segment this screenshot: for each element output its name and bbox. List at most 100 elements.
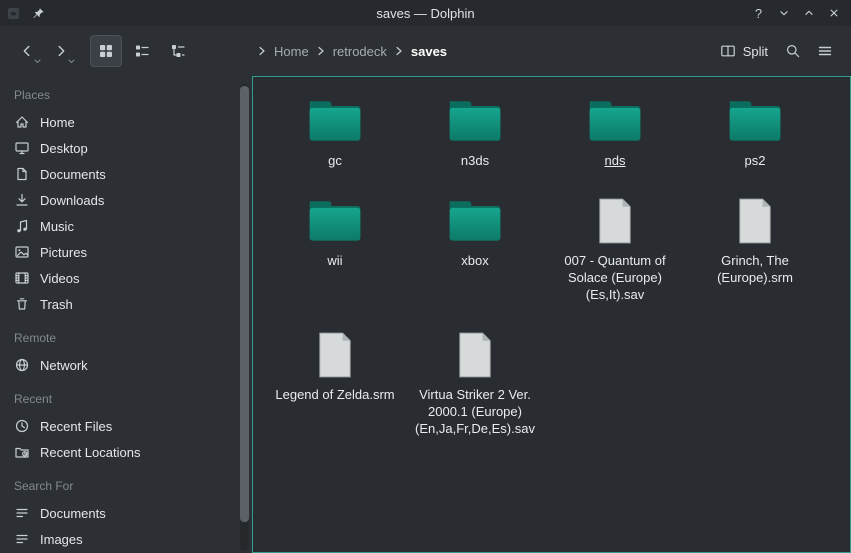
file-icon — [596, 189, 634, 245]
item-label: wii — [327, 252, 342, 269]
forward-button[interactable] — [44, 35, 78, 67]
folder-icon — [445, 89, 505, 145]
breadcrumb-separator-icon — [395, 46, 403, 56]
back-button[interactable] — [10, 35, 44, 67]
trash-icon — [14, 296, 30, 312]
split-label: Split — [743, 44, 768, 59]
split-button[interactable]: Split — [711, 35, 777, 67]
item-label: 007 - Quantum of Solace (Europe) (Es,It)… — [553, 252, 677, 303]
window-controls: ? — [747, 2, 845, 24]
file-item-virtua-striker-2-ver-2000-1-europe-en-ja-fr-de-es-sav[interactable]: Virtua Striker 2 Ver. 2000.1 (Europe) (E… — [405, 323, 545, 437]
folder-item-xbox[interactable]: xbox — [405, 189, 545, 269]
folder-item-wii[interactable]: wii — [265, 189, 405, 269]
sidebar-item-label: Home — [40, 115, 75, 130]
file-grid: gc n3ds nds ps2 wii xbox 007 - Quantum of Sola… — [265, 89, 850, 437]
recent-files-icon — [14, 418, 30, 434]
file-icon — [316, 323, 354, 379]
details-view-icon — [170, 43, 186, 59]
details-view-button[interactable] — [162, 35, 194, 67]
sidebar-item-recent-files[interactable]: Recent Files — [12, 413, 252, 439]
sidebar-item-label: Trash — [40, 297, 73, 312]
sidebar-item-network[interactable]: Network — [12, 352, 252, 378]
toolbar: Home retrodeck saves Split — [0, 26, 851, 76]
icons-view-icon — [98, 43, 114, 59]
file-item-007-quantum-of-solace-europe-es-it-sav[interactable]: 007 - Quantum of Solace (Europe) (Es,It)… — [545, 189, 685, 303]
split-icon — [720, 43, 736, 59]
sidebar-item-recent-locations[interactable]: Recent Locations — [12, 439, 252, 465]
close-icon — [827, 6, 841, 20]
breadcrumb-item-retrodeck[interactable]: retrodeck — [326, 44, 394, 59]
item-label: nds — [605, 152, 626, 169]
home-icon — [14, 114, 30, 130]
item-label: ps2 — [745, 152, 766, 169]
sidebar-item-downloads[interactable]: Downloads — [12, 187, 252, 213]
folder-view[interactable]: gc n3ds nds ps2 wii xbox 007 - Quantum of Sola… — [252, 76, 851, 553]
item-label: Virtua Striker 2 Ver. 2000.1 (Europe) (E… — [413, 386, 537, 437]
sidebar-item-label: Documents — [40, 506, 106, 521]
breadcrumb-item-saves[interactable]: saves — [404, 44, 454, 59]
item-label: gc — [328, 152, 342, 169]
minimize-button[interactable] — [772, 2, 795, 24]
file-item-grinch-the-europe-srm[interactable]: Grinch, The (Europe).srm — [685, 189, 825, 286]
sidebar-item-label: Images — [40, 532, 83, 547]
folder-item-nds[interactable]: nds — [545, 89, 685, 169]
hamburger-menu-icon — [817, 43, 833, 59]
sidebar-item-desktop[interactable]: Desktop — [12, 135, 252, 161]
pictures-icon — [14, 244, 30, 260]
folder-item-n3ds[interactable]: n3ds — [405, 89, 545, 169]
breadcrumb: Home retrodeck saves — [258, 44, 454, 59]
breadcrumb-item-home[interactable]: Home — [267, 44, 316, 59]
recent-locations-icon — [14, 444, 30, 460]
pin-icon[interactable] — [31, 6, 46, 21]
file-icon — [456, 323, 494, 379]
downloads-icon — [14, 192, 30, 208]
sidebar-item-trash[interactable]: Trash — [12, 291, 252, 317]
sidebar-item-label: Network — [40, 358, 88, 373]
sidebar-scrollbar-handle[interactable] — [240, 86, 249, 522]
folder-item-ps2[interactable]: ps2 — [685, 89, 825, 169]
file-icon — [736, 189, 774, 245]
forward-history-caret-icon — [68, 59, 75, 64]
music-icon — [14, 218, 30, 234]
maximize-button[interactable] — [797, 2, 820, 24]
sidebar-item-label: Videos — [40, 271, 80, 286]
folder-icon — [305, 189, 365, 245]
item-label: Legend of Zelda.srm — [275, 386, 394, 403]
sidebar-item-music[interactable]: Music — [12, 213, 252, 239]
titlebar-left-icons — [6, 6, 46, 21]
item-label: Grinch, The (Europe).srm — [693, 252, 817, 286]
sidebar-item-documents[interactable]: Documents — [12, 500, 252, 526]
folder-icon — [305, 89, 365, 145]
main-area: PlacesHomeDesktopDocumentsDownloadsMusic… — [0, 76, 851, 553]
sidebar-scrollbar-track[interactable] — [240, 84, 249, 551]
window-title: saves — Dolphin — [0, 6, 851, 21]
sidebar-item-label: Recent Locations — [40, 445, 140, 460]
sidebar-item-images[interactable]: Images — [12, 526, 252, 552]
view-mode-group — [90, 35, 194, 67]
folder-icon — [445, 189, 505, 245]
file-item-legend-of-zelda-srm[interactable]: Legend of Zelda.srm — [265, 323, 405, 403]
item-label: xbox — [461, 252, 488, 269]
icons-view-button[interactable] — [90, 35, 122, 67]
back-history-caret-icon — [34, 59, 41, 64]
section-header-remote: Remote — [14, 331, 252, 345]
desktop-icon — [14, 140, 30, 156]
close-button[interactable] — [822, 2, 845, 24]
search-icon — [785, 43, 801, 59]
sidebar-item-documents[interactable]: Documents — [12, 161, 252, 187]
sidebar-item-videos[interactable]: Videos — [12, 265, 252, 291]
sidebar-item-label: Recent Files — [40, 419, 112, 434]
documents-icon — [14, 166, 30, 182]
compact-view-button[interactable] — [126, 35, 158, 67]
dolphin-window: saves — Dolphin ? Home retrodeck saves Spl… — [0, 0, 851, 553]
sidebar-item-label: Downloads — [40, 193, 104, 208]
menu-button[interactable] — [809, 35, 841, 67]
sidebar-item-home[interactable]: Home — [12, 109, 252, 135]
help-button[interactable]: ? — [747, 2, 770, 24]
videos-icon — [14, 270, 30, 286]
breadcrumb-separator-icon — [258, 46, 266, 56]
sidebar-item-pictures[interactable]: Pictures — [12, 239, 252, 265]
folder-item-gc[interactable]: gc — [265, 89, 405, 169]
search-button[interactable] — [777, 35, 809, 67]
network-icon — [14, 357, 30, 373]
